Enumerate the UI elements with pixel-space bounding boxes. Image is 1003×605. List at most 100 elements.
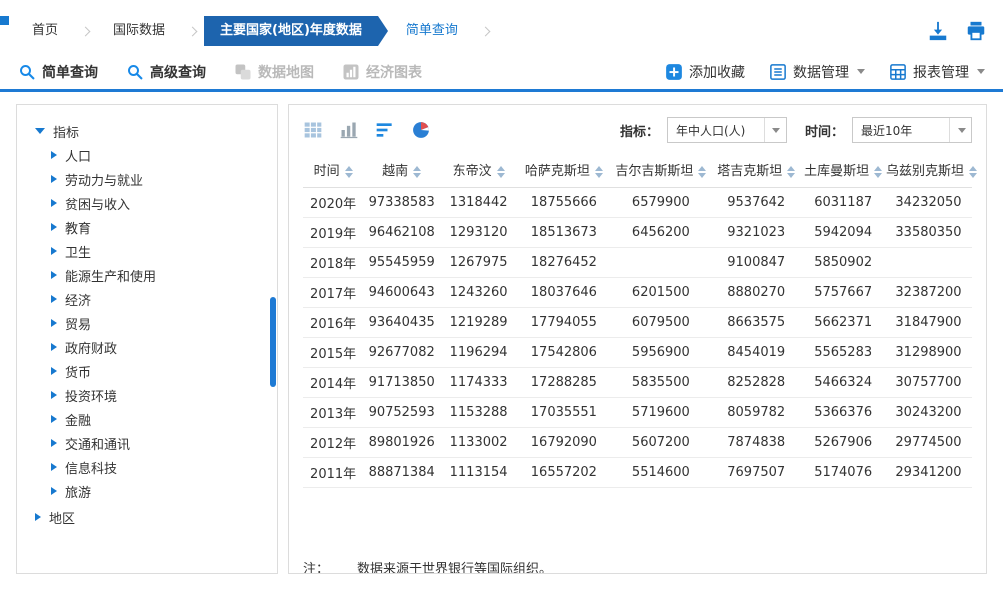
simple-query-button[interactable]: 简单查询	[18, 62, 98, 82]
sidebar-item-12[interactable]: 交通和通讯	[35, 431, 277, 455]
sidebar-item-6[interactable]: 经济	[35, 287, 277, 311]
row-time-cell: 2019年	[303, 217, 363, 247]
column-header[interactable]: 哈萨克斯坦	[517, 153, 611, 187]
table-cell: 7874838	[711, 427, 801, 457]
table-cell: 1243260	[440, 277, 517, 307]
column-header[interactable]: 吉尔吉斯斯坦	[611, 153, 711, 187]
table-cell: 93640435	[363, 307, 440, 337]
add-favorite-button[interactable]: 添加收藏	[665, 62, 745, 82]
sidebar-item-label: 劳动力与就业	[65, 170, 143, 189]
table-cell: 8454019	[711, 337, 801, 367]
sidebar-item-label: 投资环境	[65, 386, 117, 405]
list-view-icon[interactable]	[375, 120, 395, 140]
sort-icon[interactable]	[698, 166, 706, 178]
sort-icon[interactable]	[595, 166, 603, 178]
column-header[interactable]: 时间	[303, 153, 363, 187]
sidebar-item-5[interactable]: 能源生产和使用	[35, 263, 277, 287]
column-header[interactable]: 乌兹别克斯坦	[885, 153, 972, 187]
sort-icon[interactable]	[787, 166, 795, 178]
table-cell: 96462108	[363, 217, 440, 247]
sidebar-root-regions[interactable]: 地区	[35, 505, 277, 529]
column-header[interactable]: 塔吉克斯坦	[711, 153, 801, 187]
list-box-icon	[769, 63, 787, 81]
table-cell: 16792090	[517, 427, 611, 457]
chevron-right-icon	[480, 26, 490, 36]
column-header[interactable]: 越南	[363, 153, 440, 187]
caret-right-icon	[51, 295, 57, 303]
table-cell: 17542806	[517, 337, 611, 367]
tab-simple-query[interactable]: 简单查询	[390, 16, 474, 46]
row-time-cell: 2018年	[303, 247, 363, 277]
table-cell: 8663575	[711, 307, 801, 337]
table-row: 2015年92677082119629417542806595690084540…	[303, 337, 972, 367]
sidebar-item-9[interactable]: 货币	[35, 359, 277, 383]
sidebar-item-label: 金融	[65, 410, 91, 429]
sort-icon[interactable]	[497, 166, 505, 178]
caret-right-icon	[51, 247, 57, 255]
bar-chart-view-icon[interactable]	[339, 120, 359, 140]
indicator-select[interactable]: 年中人口(人)	[667, 117, 787, 143]
economic-chart-button[interactable]: 经济图表	[342, 62, 422, 82]
sort-icon[interactable]	[969, 166, 977, 178]
sidebar-root-indicators[interactable]: 指标	[35, 119, 277, 143]
table-cell: 5174076	[801, 457, 885, 487]
row-time-cell: 2012年	[303, 427, 363, 457]
table-cell: 1153288	[440, 397, 517, 427]
column-header[interactable]: 东帝汶	[440, 153, 517, 187]
table-cell: 5757667	[801, 277, 885, 307]
sidebar-item-2[interactable]: 贫困与收入	[35, 191, 277, 215]
table-row: 2020年97338583131844218755666657990095376…	[303, 187, 972, 217]
row-time-cell: 2020年	[303, 187, 363, 217]
chevron-right-icon	[188, 26, 198, 36]
sidebar-item-3[interactable]: 教育	[35, 215, 277, 239]
sidebar-scrollbar[interactable]	[270, 297, 276, 387]
sort-icon[interactable]	[874, 166, 882, 178]
data-map-button[interactable]: 数据地图	[234, 62, 314, 82]
sidebar-item-0[interactable]: 人口	[35, 143, 277, 167]
table-cell: 94600643	[363, 277, 440, 307]
column-header-label: 时间	[314, 164, 340, 179]
grid-view-icon[interactable]	[303, 120, 323, 140]
sidebar-item-13[interactable]: 信息科技	[35, 455, 277, 479]
download-icon[interactable]	[927, 20, 949, 42]
advanced-query-button[interactable]: 高级查询	[126, 62, 206, 82]
table-cell: 6579900	[611, 187, 711, 217]
table-box-icon	[889, 63, 907, 81]
sidebar-item-10[interactable]: 投资环境	[35, 383, 277, 407]
caret-right-icon	[51, 175, 57, 183]
data-manage-label: 数据管理	[793, 62, 849, 82]
column-header[interactable]: 土库曼斯坦	[801, 153, 885, 187]
table-cell: 5366376	[801, 397, 885, 427]
tab-annual-data-active[interactable]: 主要国家(地区)年度数据	[204, 16, 378, 46]
sidebar-item-11[interactable]: 金融	[35, 407, 277, 431]
indicator-filter-label: 指标：	[620, 121, 659, 140]
table-cell: 6031187	[801, 187, 885, 217]
chevron-right-icon	[81, 26, 91, 36]
table-cell: 9100847	[711, 247, 801, 277]
sidebar-tree-children: 人口劳动力与就业贫困与收入教育卫生能源生产和使用经济贸易政府财政货币投资环境金融…	[35, 143, 277, 503]
table-row: 2014年91713850117433317288285583550082528…	[303, 367, 972, 397]
sort-icon[interactable]	[413, 166, 421, 178]
tab-home[interactable]: 首页	[16, 16, 74, 46]
pie-chart-view-icon[interactable]	[411, 120, 431, 140]
tab-international-data[interactable]: 国际数据	[97, 16, 181, 46]
note-text: 数据来源于世界银行等国际组织。	[357, 558, 552, 575]
time-filter-label: 时间：	[805, 121, 844, 140]
time-select[interactable]: 最近10年	[852, 117, 972, 143]
sidebar-item-1[interactable]: 劳动力与就业	[35, 167, 277, 191]
sidebar-item-8[interactable]: 政府财政	[35, 335, 277, 359]
sidebar-item-14[interactable]: 旅游	[35, 479, 277, 503]
table-cell: 6201500	[611, 277, 711, 307]
sort-icon[interactable]	[345, 166, 353, 178]
sidebar-item-4[interactable]: 卫生	[35, 239, 277, 263]
report-manage-label: 报表管理	[913, 62, 969, 82]
print-icon[interactable]	[965, 20, 987, 42]
report-manage-button[interactable]: 报表管理	[889, 62, 985, 82]
content-area: 指标 人口劳动力与就业贫困与收入教育卫生能源生产和使用经济贸易政府财政货币投资环…	[0, 92, 1003, 574]
sidebar-item-7[interactable]: 贸易	[35, 311, 277, 335]
sidebar-item-label: 贫困与收入	[65, 194, 130, 213]
data-manage-button[interactable]: 数据管理	[769, 62, 865, 82]
sidebar-item-label: 教育	[65, 218, 91, 237]
filter-bar: 指标： 年中人口(人) 时间： 最近10年	[620, 117, 972, 143]
column-header-label: 土库曼斯坦	[804, 164, 869, 179]
